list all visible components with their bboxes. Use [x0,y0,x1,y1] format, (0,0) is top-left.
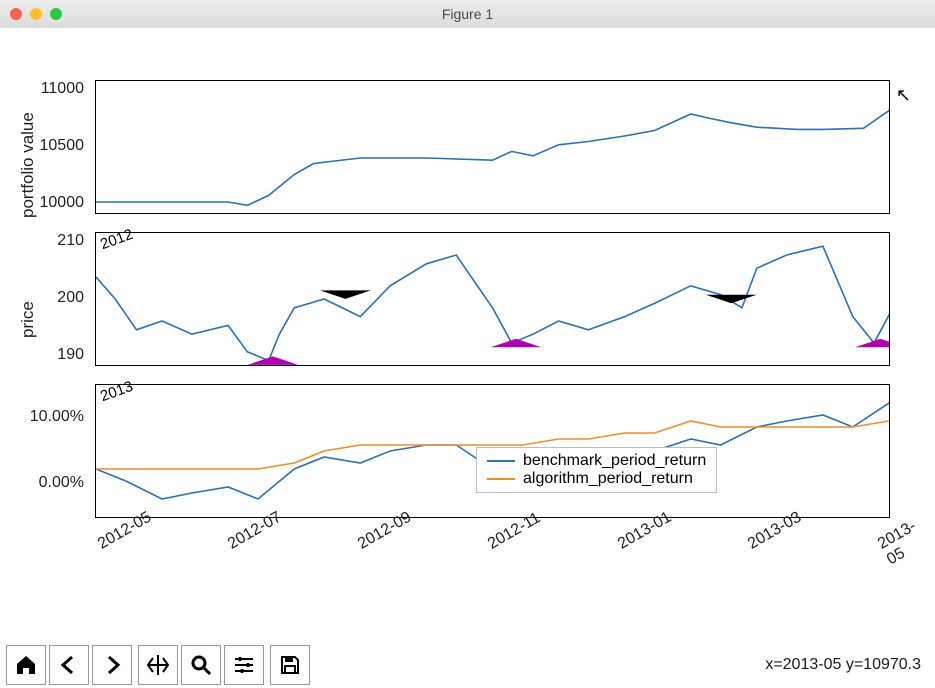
zoom-button[interactable] [181,645,221,685]
legend: benchmark_period_return algorithm_period… [476,447,717,493]
forward-button[interactable] [92,645,132,685]
plot-canvas[interactable]: portfolio value price 11000 10500 10000 … [0,28,935,642]
chart-price[interactable]: 2012 [95,232,890,366]
cursor-icon: ↖ [896,85,911,106]
chart-portfolio[interactable]: ↖ [95,80,890,214]
chart-returns[interactable]: 2013 benchmark_period_return algorithm_p… [95,384,890,518]
configure-button[interactable] [224,645,264,685]
status-text: x=2013-05 y=10970.3 [765,656,921,674]
pan-button[interactable] [138,645,178,685]
window-title: Figure 1 [0,6,935,22]
toolbar: x=2013-05 y=10970.3 [0,641,935,688]
yticks-price: 210 200 190 [0,232,90,364]
yticks-returns: 10.00% 0.00% [0,384,90,516]
save-button[interactable] [270,645,310,685]
xticks: 2012-05 2012-07 2012-09 2012-11 2013-01 … [55,538,900,578]
home-button[interactable] [6,645,46,685]
back-button[interactable] [49,645,89,685]
yticks-portfolio: 11000 10500 10000 [0,80,90,212]
titlebar: Figure 1 [0,0,935,29]
